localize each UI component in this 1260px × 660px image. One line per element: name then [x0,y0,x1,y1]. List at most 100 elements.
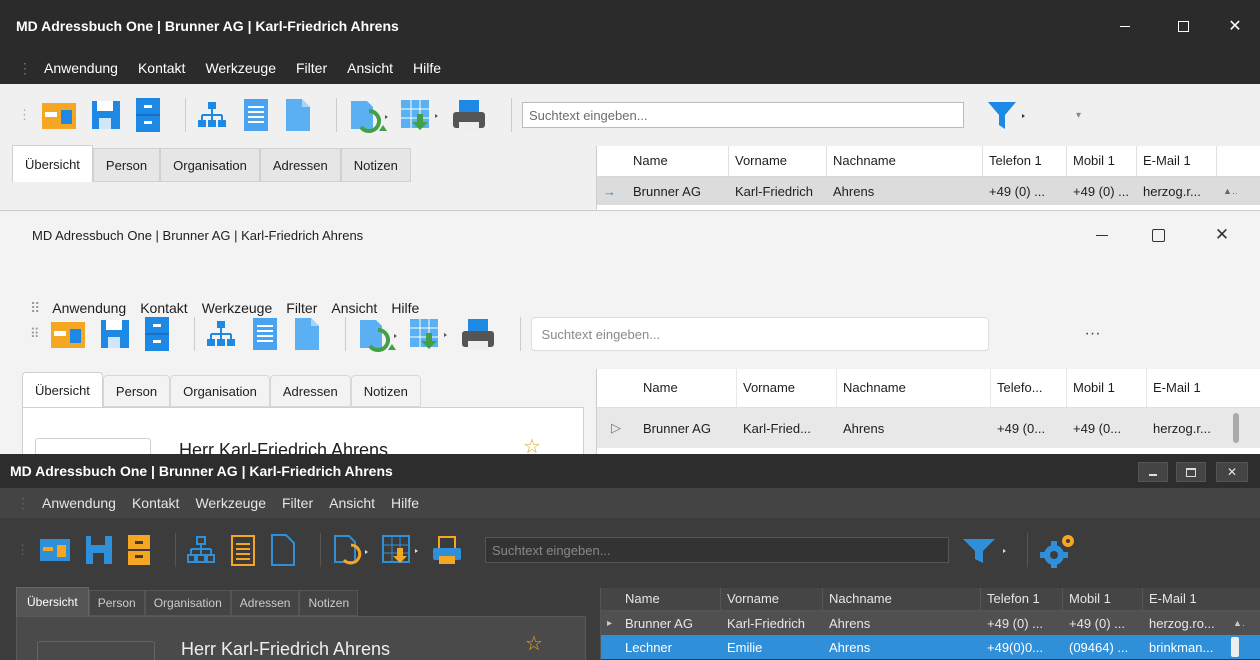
column-header-email[interactable]: E-Mail 1 [1137,146,1217,176]
favorite-star-icon[interactable]: ☆ [523,434,541,455]
column-header-mobil[interactable]: Mobil 1 [1063,588,1143,610]
search-input[interactable]: Suchtext eingeben... [485,537,949,563]
document-icon[interactable] [293,316,321,352]
tab-organisation[interactable]: Organisation [144,590,231,616]
settings-gear-icon[interactable] [1038,531,1078,569]
search-input[interactable]: Suchtext eingeben... [522,102,964,128]
table-export-icon[interactable] [399,98,443,132]
menu-werkzeuge[interactable]: Werkzeuge [205,60,276,76]
column-header-email[interactable]: E-Mail 1 [1143,588,1227,610]
table-export-icon[interactable] [408,317,452,351]
sync-icon[interactable] [347,97,391,133]
menu-hilfe[interactable]: Hilfe [391,495,419,511]
notepad-icon[interactable] [242,97,270,133]
menu-hilfe[interactable]: Hilfe [413,60,441,76]
table-row[interactable]: ▷ Brunner AG Karl-Fried... Ahrens +49 (0… [597,408,1260,448]
notepad-icon[interactable] [230,533,256,567]
column-header-vorname[interactable]: Vorname [729,146,827,176]
column-header-mobil[interactable]: Mobil 1 [1067,369,1147,407]
scrollbar-thumb[interactable] [1233,413,1239,443]
column-header-vorname[interactable]: Vorname [721,588,823,610]
column-header-nachname[interactable]: Nachname [837,369,991,407]
tab-notizen[interactable]: Notizen [299,590,359,616]
tab-uebersicht[interactable]: Übersicht [12,145,93,182]
org-chart-icon[interactable] [205,319,237,349]
column-header-mobil[interactable]: Mobil 1 [1067,146,1137,176]
tab-uebersicht[interactable]: Übersicht [22,372,103,407]
minimize-button[interactable] [1110,14,1140,38]
toolbar-overflow-icon[interactable]: ▾ [1076,110,1081,121]
tab-adressen[interactable]: Adressen [259,148,341,182]
org-chart-icon[interactable] [196,100,228,130]
minimize-button[interactable] [1084,223,1120,247]
maximize-button[interactable] [1168,14,1198,38]
column-header-name[interactable]: Name [627,146,729,176]
sync-icon[interactable] [331,533,373,567]
favorite-star-icon[interactable]: ☆ [525,631,543,656]
column-header-telefon[interactable]: Telefon 1 [981,588,1063,610]
column-header-telefon[interactable]: Telefo... [991,369,1067,407]
tab-notizen[interactable]: Notizen [350,375,421,407]
save-icon[interactable] [85,535,113,565]
table-row[interactable]: ▸ Brunner AG Karl-Friedrich Ahrens +49 (… [601,611,1260,635]
tab-adressen[interactable]: Adressen [269,375,351,407]
save-icon[interactable] [100,317,130,351]
printer-icon[interactable] [431,535,463,565]
file-cabinet-icon[interactable] [135,97,161,133]
menu-ansicht[interactable]: Ansicht [329,495,375,511]
tab-organisation[interactable]: Organisation [160,148,260,182]
file-cabinet-icon[interactable] [127,534,151,566]
document-icon[interactable] [270,533,296,567]
minimize-icon [1120,25,1130,27]
scrollbar-thumb[interactable] [1231,637,1239,657]
save-icon[interactable] [91,98,121,132]
minimize-button[interactable] [1138,462,1168,482]
contact-card-icon[interactable] [41,98,77,132]
menu-anwendung[interactable]: Anwendung [44,60,118,76]
tab-notizen[interactable]: Notizen [340,148,411,182]
sync-icon[interactable] [356,316,400,352]
column-header-email[interactable]: E-Mail 1 [1147,369,1227,407]
table-export-icon[interactable] [381,534,423,566]
maximize-button[interactable] [1140,223,1176,247]
column-header-nachname[interactable]: Nachname [823,588,981,610]
org-chart-icon[interactable] [186,535,216,565]
contact-card-icon[interactable] [50,317,86,351]
file-cabinet-icon[interactable] [144,316,170,352]
close-button[interactable]: ✕ [1220,14,1250,38]
close-button[interactable]: ✕ [1204,223,1240,247]
column-header-name[interactable]: Name [637,369,737,407]
column-header-name[interactable]: Name [619,588,721,610]
menu-filter[interactable]: Filter [282,495,313,511]
printer-icon[interactable] [451,98,487,132]
contact-card-icon[interactable] [39,536,71,564]
filter-icon[interactable] [961,533,1017,567]
menu-kontakt[interactable]: Kontakt [132,495,179,511]
more-options-button[interactable]: ··· [1085,325,1101,343]
tab-person[interactable]: Person [92,148,161,182]
printer-icon[interactable] [460,317,496,351]
menu-werkzeuge[interactable]: Werkzeuge [195,495,266,511]
tab-person[interactable]: Person [102,375,171,407]
table-row[interactable]: Lechner Emilie Ahrens +49(0)0... (09464)… [601,635,1260,659]
close-button[interactable]: ✕ [1216,462,1248,482]
menu-anwendung[interactable]: Anwendung [42,495,116,511]
menu-kontakt[interactable]: Kontakt [138,60,185,76]
maximize-button[interactable] [1176,462,1206,482]
tab-adressen[interactable]: Adressen [230,590,300,616]
table-row[interactable]: → Brunner AG Karl-Friedrich Ahrens +49 (… [597,177,1260,205]
column-header-telefon[interactable]: Telefon 1 [983,146,1067,176]
scroll-up-icon[interactable]: ▲ [1217,186,1237,196]
tab-uebersicht[interactable]: Übersicht [16,587,89,616]
search-input[interactable]: Suchtext eingeben... [530,317,989,351]
tab-organisation[interactable]: Organisation [170,375,270,407]
menu-filter[interactable]: Filter [296,60,327,76]
document-icon[interactable] [284,97,312,133]
column-header-nachname[interactable]: Nachname [827,146,983,176]
tab-person[interactable]: Person [88,590,145,616]
notepad-icon[interactable] [251,316,279,352]
filter-icon[interactable] [986,98,1036,132]
menu-ansicht[interactable]: Ansicht [347,60,393,76]
column-header-vorname[interactable]: Vorname [737,369,837,407]
scroll-up-icon[interactable]: ▲ [1227,618,1245,628]
